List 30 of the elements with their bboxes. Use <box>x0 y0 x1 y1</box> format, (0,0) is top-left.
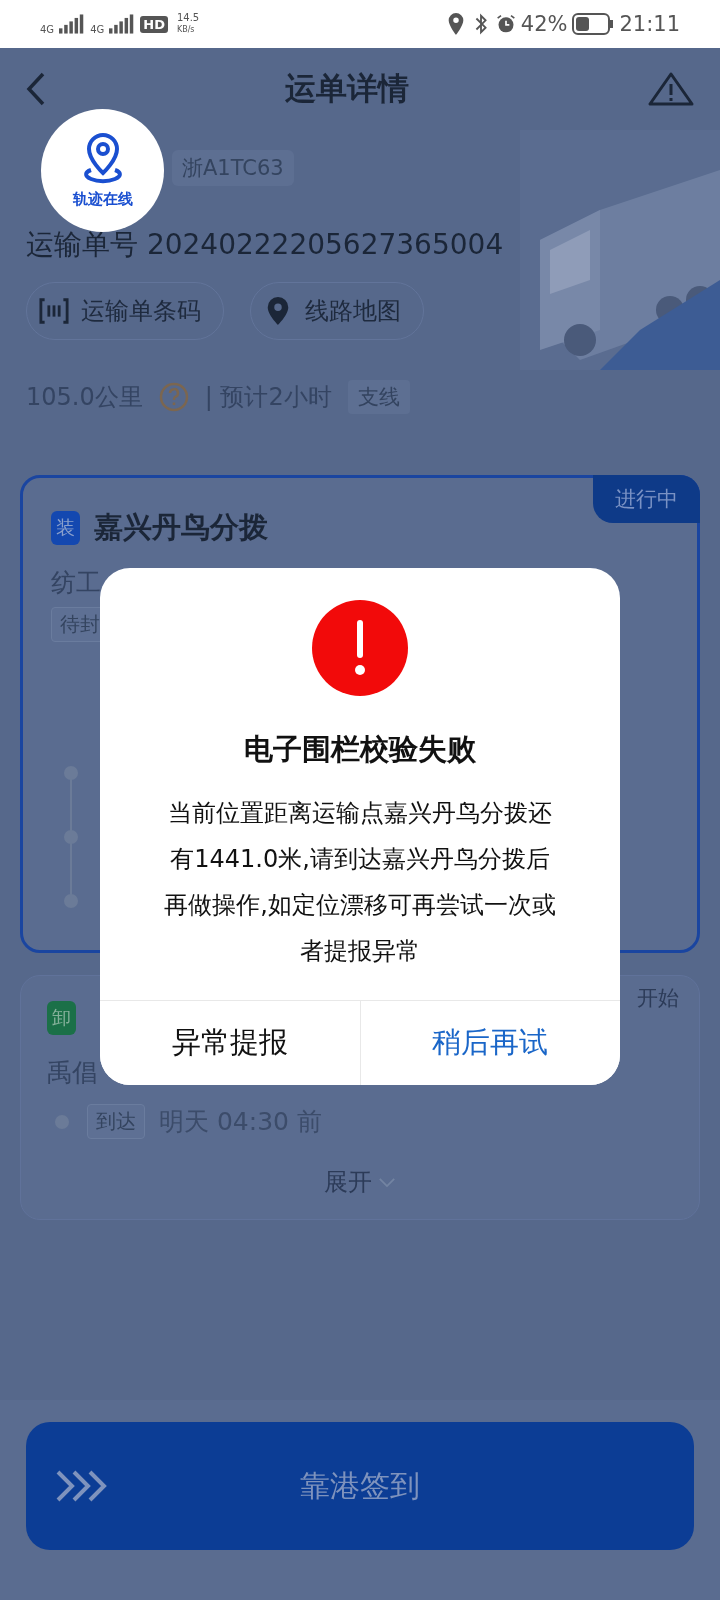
signal-icon <box>109 14 136 34</box>
action-button[interactable]: 运输单条码 <box>26 282 224 340</box>
expand-button[interactable]: 展开 <box>324 1166 396 1198</box>
dialog-message: 当前位置距离运输点嘉兴丹鸟分拨还有1441.0米,请到达嘉兴丹鸟分拨后再做操作,如定位漂移可再尝试一次或者提报异常 <box>163 798 557 967</box>
dialog-title: 电子围栏校验失败 <box>244 731 476 768</box>
network-label: 4G <box>40 24 55 35</box>
signal-icon <box>59 14 86 34</box>
action-button[interactable]: 线路地图 <box>250 282 424 340</box>
alarm-icon <box>495 13 516 35</box>
status-text: 开始 <box>637 985 680 1012</box>
network-label: 4G <box>90 24 105 35</box>
check-in-button[interactable]: 靠港签到 <box>26 1422 694 1550</box>
speed-unit: KB/s <box>176 24 196 36</box>
speed-value: 14.5 <box>176 12 200 24</box>
load-badge: 装 <box>51 511 80 545</box>
alert-icon <box>312 600 408 696</box>
back-icon[interactable] <box>26 72 46 106</box>
chevron-down-icon <box>378 1176 396 1188</box>
clock-time: 21:11 <box>619 12 680 36</box>
unload-badge: 卸 <box>47 1001 76 1035</box>
page-title: 运单详情 <box>285 69 409 108</box>
track-online-button[interactable]: 轨迹在线 <box>41 109 164 232</box>
dialog-button[interactable]: 稍后再试 <box>359 1001 620 1085</box>
status-tag: 进行中 <box>593 475 700 523</box>
stop-name: 嘉兴丹鸟分拨 <box>94 509 268 546</box>
warning-icon[interactable] <box>648 72 694 106</box>
hd-badge: HD <box>140 15 168 33</box>
barcode-icon <box>39 297 69 325</box>
battery-percent: 42% <box>520 12 568 36</box>
battery-icon <box>572 13 615 35</box>
